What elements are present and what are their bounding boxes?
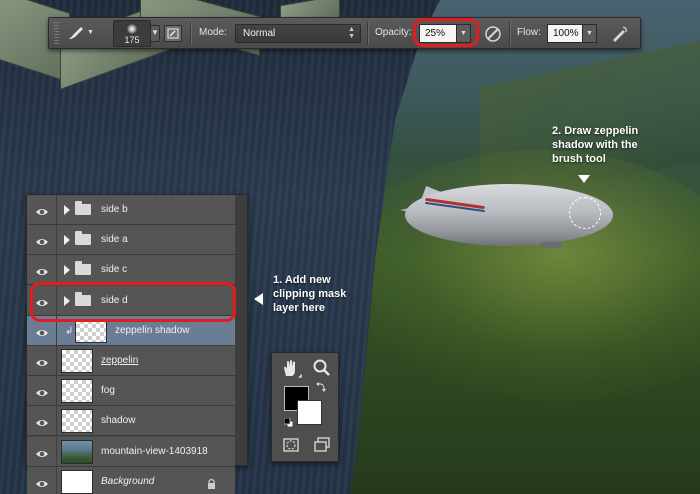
zeppelin-gondola (540, 242, 562, 248)
brush-cursor (569, 197, 601, 229)
visibility-toggle[interactable] (27, 436, 57, 466)
layer-name: zeppelin (101, 355, 139, 366)
pressure-opacity-icon[interactable] (483, 24, 503, 44)
folder-icon (75, 231, 91, 246)
layers-panel: side b side a side c side d ↲ zeppelin shadow… (26, 194, 248, 494)
blend-mode-value: Normal (243, 28, 276, 39)
brush-size-value: 175 (124, 35, 140, 45)
blend-mode-dropdown[interactable]: Normal ▲ ▼ (235, 24, 361, 43)
visibility-toggle[interactable] (27, 406, 57, 436)
brush-preset-picker[interactable]: 175 (113, 20, 151, 47)
clipping-mask-icon: ↲ (65, 325, 74, 337)
eye-icon (35, 264, 49, 276)
tool-preset-chevron-down-icon[interactable]: ▼ (87, 29, 94, 36)
flow-input[interactable]: 100% (547, 24, 583, 43)
expand-triangle-icon[interactable] (64, 235, 70, 246)
eye-icon (35, 385, 49, 397)
layer-row[interactable]: zeppelin (27, 346, 235, 376)
layers-scrollbar[interactable] (234, 195, 247, 465)
layer-name: side b (101, 204, 128, 215)
eye-icon (35, 446, 49, 457)
eye-icon (35, 234, 49, 246)
layer-thumbnail (61, 349, 93, 373)
background-color-swatch[interactable] (297, 400, 322, 425)
layer-name: mountain-view-1403918 (101, 445, 208, 457)
layer-thumbnail (75, 318, 107, 343)
layer-group-row[interactable]: side a (27, 225, 235, 256)
layer-row[interactable]: shadow (27, 406, 235, 437)
tools-palette: ◢ (271, 352, 339, 462)
layer-name: shadow (101, 415, 136, 427)
brush-preset-chevron-down-icon[interactable]: ▼ (150, 25, 160, 42)
opacity-highlight-ring (413, 18, 479, 47)
hand-tool-icon[interactable] (280, 358, 300, 378)
expand-triangle-icon[interactable] (64, 205, 70, 215)
brush-tip-preview (127, 24, 137, 34)
arrow-left-icon (254, 293, 263, 305)
layer-thumbnail (61, 469, 93, 494)
quick-mask-icon[interactable] (281, 435, 301, 455)
brush-options-bar: ▼ 175 ▼ Mode: Normal ▲ ▼ Opacity: 25% ▼ F… (48, 17, 641, 49)
layer-row[interactable]: mountain-view-1403918 (27, 436, 235, 467)
hand-tool-flyout-icon: ◢ (298, 373, 302, 379)
separator (509, 22, 510, 45)
layer-name: side c (101, 264, 128, 276)
layer-group-row[interactable]: side b (27, 195, 235, 225)
annotation-step-2: 2. Draw zeppelin shadow with the brush t… (552, 125, 639, 165)
layer-thumbnail (61, 439, 93, 464)
screen-mode-icon[interactable] (312, 435, 332, 455)
layer-name: zeppelin shadow (115, 324, 190, 336)
visibility-toggle[interactable] (27, 225, 57, 255)
layer-name: side a (101, 234, 128, 246)
eye-icon (35, 325, 49, 336)
layer-row[interactable]: Background (27, 466, 235, 494)
separator (367, 22, 368, 45)
eye-icon (35, 476, 49, 487)
swap-colors-icon[interactable] (316, 381, 327, 392)
eye-icon (35, 355, 49, 366)
airbrush-icon[interactable] (609, 24, 629, 44)
panel-grip[interactable] (54, 22, 59, 45)
layer-group-row[interactable]: side c (27, 255, 235, 286)
flow-label: Flow: (517, 27, 541, 38)
layer-row[interactable]: fog (27, 376, 235, 407)
layer-thumbnail (61, 379, 93, 404)
arrow-down-icon (578, 175, 590, 183)
layer-name: Background (101, 475, 155, 487)
selected-layer-highlight-ring (30, 282, 236, 322)
eye-icon (35, 415, 49, 427)
layer-thumbnail (61, 409, 93, 434)
updown-chevron-icon: ▲ ▼ (348, 26, 355, 40)
expand-triangle-icon[interactable] (64, 265, 70, 276)
brush-icon[interactable] (67, 25, 85, 41)
toggle-brush-panel-button[interactable] (164, 25, 182, 42)
zoom-tool-icon[interactable] (312, 358, 332, 378)
default-colors-icon[interactable] (284, 418, 293, 427)
opacity-label: Opacity: (375, 27, 412, 38)
mode-label: Mode: (199, 27, 227, 38)
visibility-toggle[interactable] (27, 466, 57, 494)
folder-icon (75, 261, 91, 276)
folder-icon (75, 201, 91, 215)
separator (190, 22, 191, 45)
lock-icon (207, 476, 216, 489)
annotation-step-1: 1. Add new clipping mask layer here (273, 274, 347, 314)
visibility-toggle[interactable] (27, 195, 57, 224)
eye-icon (35, 204, 49, 215)
flow-chevron-down-icon[interactable]: ▼ (582, 24, 597, 43)
layer-name: fog (101, 385, 115, 397)
visibility-toggle[interactable] (27, 346, 57, 375)
toggle-brush-panel-icon (167, 28, 179, 39)
visibility-toggle[interactable] (27, 376, 57, 406)
visibility-toggle[interactable] (27, 255, 57, 285)
